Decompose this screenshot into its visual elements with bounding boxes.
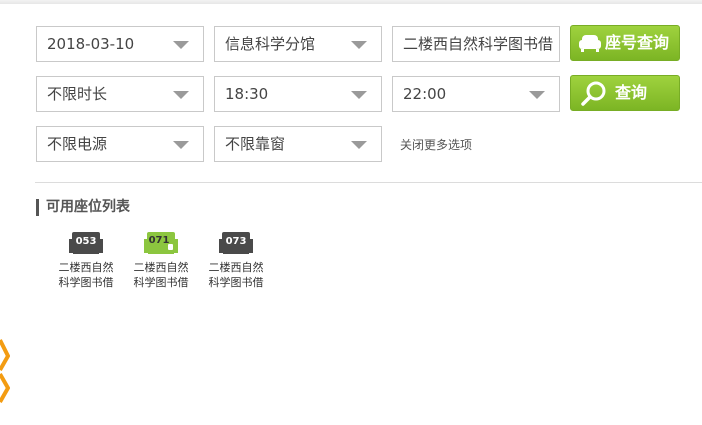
seat-list-title: 可用座位列表 [36, 199, 130, 216]
start-time-select[interactable]: 18:30 [214, 76, 382, 112]
seat-number: 071 [149, 235, 170, 246]
seat-icon: 073 [219, 232, 253, 254]
sofa-icon [579, 35, 601, 52]
search-button[interactable]: 查询 [570, 75, 680, 111]
duration-select[interactable]: 不限时长 [36, 76, 204, 112]
end-time-value: 22:00 [403, 85, 447, 103]
room-select[interactable]: 二楼西自然科学图书借 [392, 26, 560, 62]
power-value: 不限电源 [47, 135, 108, 153]
chevron-down-icon [351, 41, 367, 49]
chevron-decoration-icon [0, 339, 10, 403]
seat-lookup-label: 座号查询 [605, 33, 670, 52]
chevron-down-icon [351, 141, 367, 149]
seat-name-line2: 科学图书借 [133, 276, 189, 289]
search-label: 查询 [615, 83, 648, 102]
seat-name-line1: 二楼西自然 [58, 261, 114, 274]
chevron-down-icon [173, 41, 189, 49]
close-more-options-link[interactable]: 关闭更多选项 [400, 136, 472, 153]
seat-item[interactable]: 053 二楼西自然 科学图书借 [48, 230, 124, 290]
seat-icon: 071 [144, 232, 178, 254]
chevron-down-icon [529, 91, 545, 99]
start-time-value: 18:30 [225, 85, 269, 103]
end-time-select[interactable]: 22:00 [392, 76, 560, 112]
seat-name-line2: 科学图书借 [58, 276, 114, 289]
search-icon [581, 81, 606, 106]
seat-name-line2: 科学图书借 [208, 276, 264, 289]
top-bar [0, 0, 702, 4]
seat-name-line1: 二楼西自然 [208, 261, 264, 274]
seat-item[interactable]: 073 二楼西自然 科学图书借 [198, 230, 274, 290]
seat-number: 053 [76, 236, 97, 247]
seat-item[interactable]: 071 二楼西自然 科学图书借 [123, 230, 199, 290]
window-select[interactable]: 不限靠窗 [214, 126, 382, 162]
power-select[interactable]: 不限电源 [36, 126, 204, 162]
seat-lookup-button[interactable]: 座号查询 [570, 25, 680, 61]
date-select[interactable]: 2018-03-10 [36, 26, 204, 62]
seat-name-line1: 二楼西自然 [133, 261, 189, 274]
divider [35, 182, 702, 183]
chevron-down-icon [173, 141, 189, 149]
window-value: 不限靠窗 [225, 135, 286, 153]
power-plug-icon [168, 244, 173, 250]
room-value: 二楼西自然科学图书借 [403, 35, 554, 53]
date-value: 2018-03-10 [47, 35, 135, 53]
building-value: 信息科学分馆 [225, 35, 316, 53]
chevron-down-icon [351, 91, 367, 99]
building-select[interactable]: 信息科学分馆 [214, 26, 382, 62]
seat-icon: 053 [69, 232, 103, 254]
chevron-down-icon [173, 91, 189, 99]
duration-value: 不限时长 [47, 85, 108, 103]
seat-number: 073 [226, 236, 247, 247]
